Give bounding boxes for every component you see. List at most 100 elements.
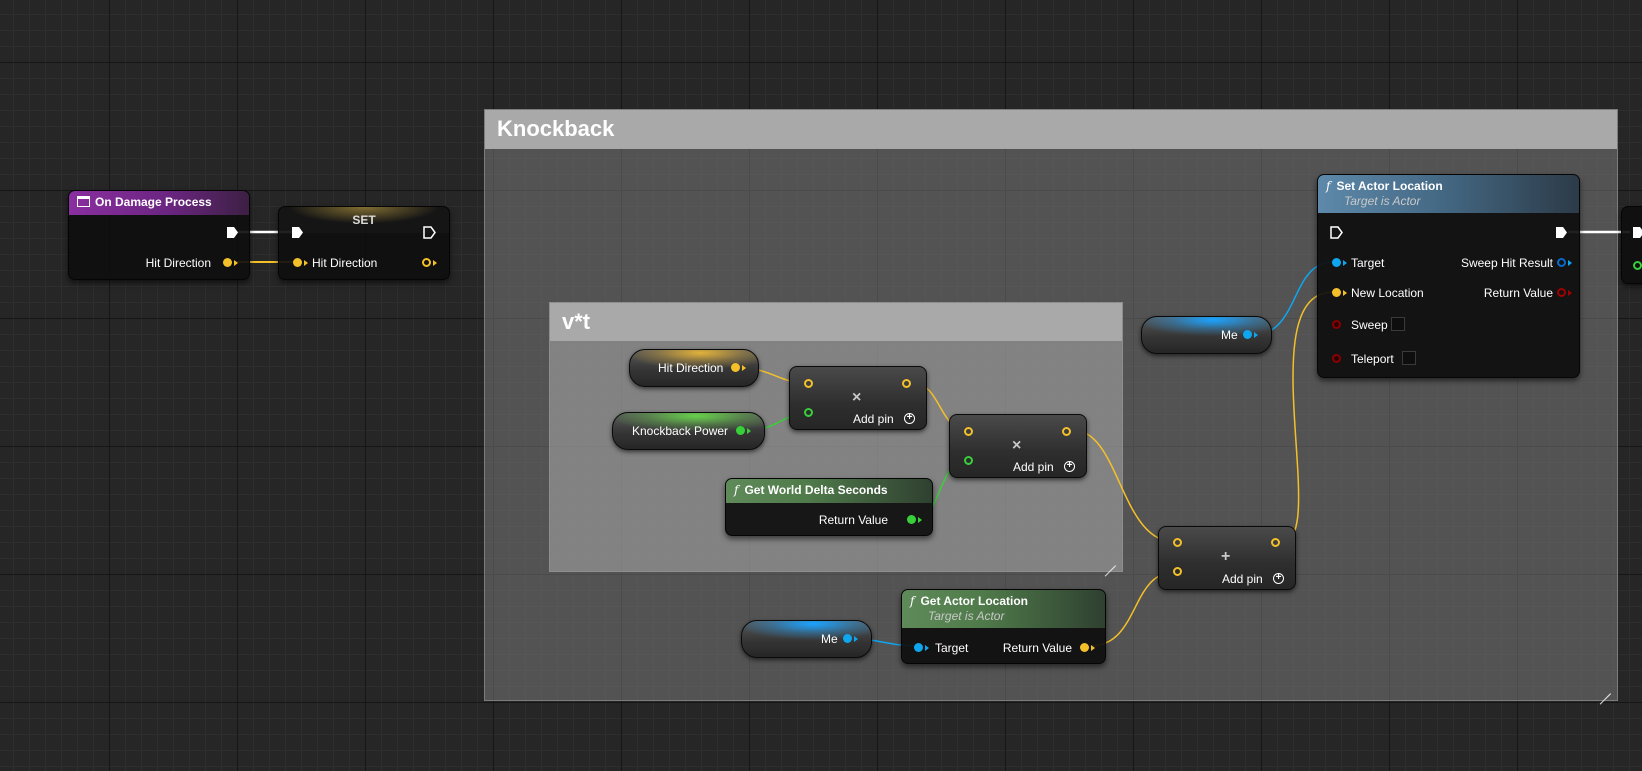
multiply-node-1[interactable]: × Add pin + [789,366,927,430]
event-icon [77,196,90,207]
pin-label-return-value: Return Value [1483,286,1553,300]
pin-arrow-icon [1568,259,1572,266]
pin-arrow-icon [234,259,238,266]
event-node-on-damage-process[interactable]: On Damage Process Hit Direction [68,190,250,280]
pin-result-out[interactable] [1062,427,1071,436]
exec-out-pin[interactable] [1555,226,1568,239]
pin-label-teleport: Teleport [1351,352,1394,366]
function-subtitle: Target is Actor [928,609,1005,623]
pin-b-in[interactable] [804,408,813,417]
pin-target-in[interactable] [1332,258,1341,267]
pin-arrow-icon [918,516,922,523]
pin-hit-direction-in[interactable] [293,258,302,267]
function-icon: f [734,483,739,497]
pin-a-in[interactable] [964,427,973,436]
event-header: On Damage Process [69,191,249,215]
pin-arrow-icon [747,427,751,434]
add-pin-label[interactable]: Add pin [1222,572,1263,586]
pin-label-sweep-hit-result: Sweep Hit Result [1460,256,1553,270]
add-node[interactable]: + Add pin + [1158,526,1296,590]
get-world-delta-seconds-node[interactable]: f Get World Delta Seconds Return Value [725,478,933,536]
resize-grip[interactable] [1104,554,1116,566]
function-header: f Set Actor Location Target is Actor [1318,175,1579,213]
variable-knockback-power[interactable]: Knockback Power [612,412,765,450]
pin-arrow-icon [304,259,308,266]
pin-arrow-icon [1091,644,1095,651]
pin-new-location-in[interactable] [1332,288,1341,297]
comment-title[interactable]: Knockback [485,110,1617,149]
pin-arrow-icon [433,259,437,266]
pin-arrow-icon [925,644,929,651]
function-title: Set Actor Location [1336,179,1443,193]
comment-title[interactable]: v*t [550,303,1122,341]
add-pin-label[interactable]: Add pin [853,412,894,426]
pin-return-value-out[interactable] [1557,288,1566,297]
function-icon: f [1326,179,1331,193]
variable-label: Knockback Power [632,424,729,438]
pin-out[interactable] [1243,330,1252,339]
pin-label-target: Target [1351,256,1385,270]
pin-arrow-icon [1343,259,1347,266]
pin-label-target: Target [935,641,969,655]
pin-teleport-in[interactable] [1332,354,1341,363]
function-title: Get World Delta Seconds [744,483,888,497]
multiply-icon: × [852,389,862,406]
set-actor-location-node[interactable]: f Set Actor Location Target is Actor Targ… [1317,174,1580,378]
sweep-checkbox[interactable] [1391,317,1405,331]
variable-label: Hit Direction [658,361,724,375]
variable-hit-direction[interactable]: Hit Direction [629,349,759,387]
set-variable-node[interactable]: SET Hit Direction [278,206,450,280]
add-pin-icon[interactable]: + [1064,461,1075,472]
offscreen-next-node[interactable] [1621,206,1642,284]
pin-a-in[interactable] [1173,538,1182,547]
pin-target-in[interactable] [914,643,923,652]
pin-out[interactable] [843,634,852,643]
pin-out[interactable] [736,426,745,435]
pin-out[interactable] [731,363,740,372]
self-label: Me [1221,328,1238,342]
teleport-checkbox[interactable] [1402,351,1416,365]
self-reference-2[interactable]: Me [741,620,872,658]
add-pin-label[interactable]: Add pin [1013,460,1054,474]
multiply-icon: × [1012,437,1022,454]
pin-return-value-out[interactable] [1080,643,1089,652]
pin-sweep-hit-result-out[interactable] [1557,258,1566,267]
exec-out-pin[interactable] [423,226,436,239]
function-subtitle: Target is Actor [1344,194,1421,208]
function-header: f Get Actor Location Target is Actor [902,590,1105,628]
pin-b-in[interactable] [1173,567,1182,576]
pin-return-value-out[interactable] [907,515,916,524]
pin-label-hit-direction: Hit Direction [145,256,211,270]
pin-label-return-value: Return Value [1002,641,1072,655]
resize-grip[interactable] [1599,682,1611,694]
self-reference-1[interactable]: Me [1141,316,1272,354]
pin-in[interactable] [1633,261,1642,270]
pin-hit-direction-out[interactable] [223,258,232,267]
event-title: On Damage Process [95,195,212,209]
pin-sweep-in[interactable] [1332,320,1341,329]
pin-hit-direction-out[interactable] [422,258,431,267]
pin-arrow-icon [854,635,858,642]
pin-result-out[interactable] [1271,538,1280,547]
exec-in-pin[interactable] [1330,226,1343,239]
get-actor-location-node[interactable]: f Get Actor Location Target is Actor Targ… [901,589,1106,664]
pin-arrow-icon [1568,289,1572,296]
add-pin-icon[interactable]: + [1273,573,1284,584]
self-label: Me [821,632,838,646]
function-title: Get Actor Location [920,594,1029,608]
exec-out-pin[interactable] [226,226,239,239]
pin-result-out[interactable] [902,379,911,388]
pin-a-in[interactable] [804,379,813,388]
exec-in-pin[interactable] [291,226,304,239]
exec-in-pin[interactable] [1632,226,1642,239]
pin-label-hit-direction: Hit Direction [312,256,378,270]
pin-arrow-icon [742,364,746,371]
add-pin-icon[interactable]: + [904,413,915,424]
multiply-node-2[interactable]: × Add pin + [949,414,1087,478]
pin-arrow-icon [1343,289,1347,296]
function-icon: f [910,594,915,608]
pin-b-in[interactable] [964,456,973,465]
pin-arrow-icon [1254,331,1258,338]
add-icon: + [1221,548,1231,565]
pin-label-return-value: Return Value [818,513,888,527]
